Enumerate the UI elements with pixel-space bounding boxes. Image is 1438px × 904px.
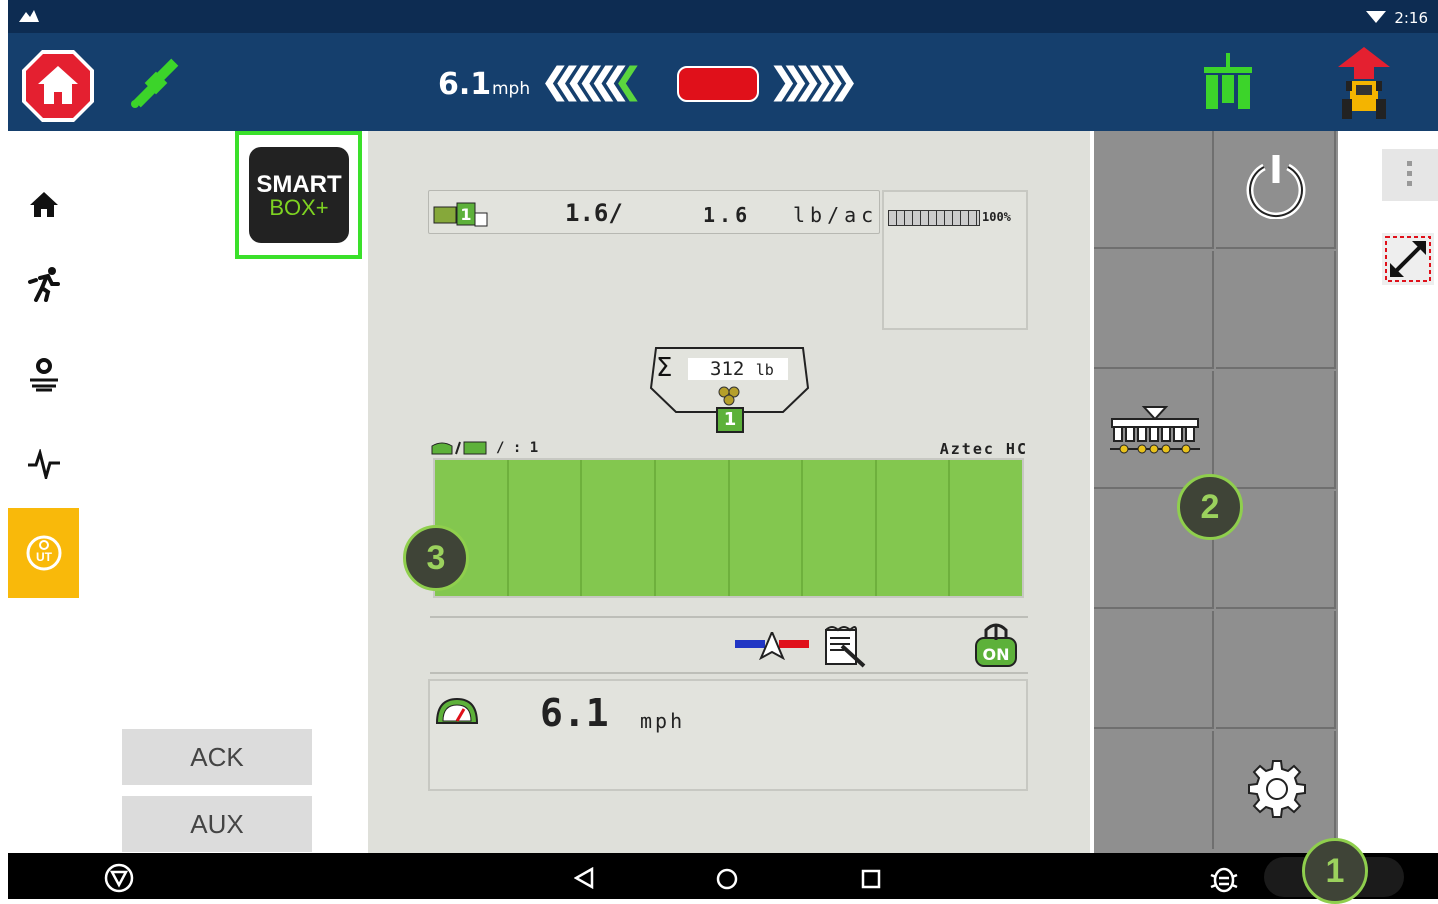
softkey-implement[interactable]: [1094, 371, 1214, 489]
field-settings-icon: [29, 358, 58, 392]
sum-symbol: Σ: [656, 353, 673, 383]
tractor-icon[interactable]: [1334, 45, 1394, 121]
steer-left-chevrons-icon: ❮❮❮❮❮❮❮: [540, 61, 643, 102]
section-3[interactable]: [582, 460, 656, 596]
callout-1: 1: [1302, 838, 1368, 904]
master-on-icon[interactable]: ON: [972, 622, 1020, 670]
softkey-10[interactable]: [1216, 611, 1336, 729]
guidance-arrow-icon: [735, 632, 809, 660]
section-8[interactable]: [950, 460, 1022, 596]
svg-text:ON: ON: [983, 645, 1010, 664]
section-product-icon: [431, 441, 487, 455]
section-4[interactable]: [655, 460, 730, 596]
section-7[interactable]: [876, 460, 951, 596]
product-rate-icon: 1: [433, 202, 488, 227]
speedometer-icon: [435, 697, 479, 724]
section-5[interactable]: [729, 460, 804, 596]
section-6[interactable]: [803, 460, 877, 596]
wifi-icon: [1366, 11, 1386, 23]
right-strip: [1338, 131, 1438, 853]
softkey-settings[interactable]: [1216, 731, 1336, 849]
home-nav-icon[interactable]: [716, 868, 738, 890]
sidebar-item-diagnostics[interactable]: [8, 419, 79, 509]
smartbox-logo-line2: BOX+: [269, 195, 329, 220]
notification-icon: [19, 10, 39, 22]
more-vertical-icon: [1407, 161, 1412, 186]
aux-button[interactable]: AUX: [122, 796, 312, 852]
softkey-6[interactable]: [1216, 371, 1336, 489]
softkey-4[interactable]: [1216, 251, 1336, 369]
rate-display[interactable]: 1 1.6/ 1.6 lb/ac: [428, 190, 880, 234]
home-icon: [29, 192, 58, 217]
callout-2: 2: [1177, 474, 1243, 540]
expand-icon[interactable]: [1382, 233, 1434, 285]
section-bar[interactable]: [433, 458, 1024, 598]
status-bar: 2:16: [8, 0, 1438, 33]
gear-icon: [1248, 760, 1306, 818]
ground-speed-value: 6.1: [540, 691, 609, 735]
ack-button[interactable]: ACK: [122, 729, 312, 785]
recents-icon[interactable]: [861, 869, 881, 889]
power-icon: [1246, 155, 1306, 219]
implement-icon[interactable]: [1200, 53, 1256, 115]
seeds-icon: [718, 386, 740, 406]
implement-name: Aztec HC: [939, 440, 1028, 458]
softkey-11[interactable]: [1094, 731, 1214, 849]
softkey-3[interactable]: [1094, 251, 1214, 369]
back-icon[interactable]: [574, 867, 594, 889]
home-stop-button[interactable]: [20, 48, 96, 124]
sidebar-item-ut[interactable]: UT: [8, 508, 79, 598]
guidance-error-indicator: [677, 66, 759, 102]
vpn-icon[interactable]: [104, 863, 134, 893]
planter-icon: [1110, 406, 1200, 454]
hopper-total-value: 312: [710, 358, 745, 380]
section-header-text: / : 1: [496, 440, 539, 456]
smartbox-app-button[interactable]: SMART BOX+: [235, 131, 362, 259]
ground-speed-display: 6.1 mph: [428, 679, 1028, 791]
divider: [430, 616, 1028, 618]
rate-target: 1.6: [703, 203, 752, 227]
softkey-9[interactable]: [1094, 611, 1214, 729]
hopper-badge: 1: [716, 407, 744, 433]
android-navbar: [8, 853, 1438, 899]
section-2[interactable]: [508, 460, 583, 596]
left-sidebar: UT: [8, 131, 79, 853]
top-speed-value: 6.1: [438, 67, 492, 102]
callout-3: 3: [403, 525, 469, 591]
smartbox-logo: SMART BOX+: [249, 147, 349, 243]
softkey-1[interactable]: [1094, 131, 1214, 249]
prescription-map-icon[interactable]: [824, 624, 868, 668]
hopper-total: 312 lb: [688, 358, 788, 380]
svg-text:UT: UT: [36, 550, 53, 564]
top-bar: 6.1 mph ❮❮❮❮❮❮❮ ❯❯❯❯❯❯: [8, 33, 1438, 131]
tank-level-bar: [888, 210, 980, 226]
bug-report-icon[interactable]: [1208, 863, 1240, 893]
divider: [430, 672, 1028, 674]
section-header: / : 1 Aztec HC: [428, 436, 1028, 460]
pulse-icon: [27, 449, 60, 479]
hopper-total-unit: lb: [755, 361, 774, 379]
run-icon: [27, 267, 60, 302]
sidebar-item-home[interactable]: [8, 159, 79, 249]
top-speed-unit: mph: [492, 79, 531, 99]
rate-unit: lb/ac: [793, 203, 879, 227]
rate-actual: 1.6/: [565, 199, 623, 227]
sidebar-item-run[interactable]: [8, 239, 79, 329]
tank-level-gauge: 100%: [882, 190, 1028, 330]
softkey-power[interactable]: [1216, 131, 1336, 249]
ground-speed-unit: mph: [640, 709, 686, 733]
product-badge: 1: [460, 205, 471, 224]
more-options-button[interactable]: [1382, 149, 1438, 201]
universal-terminal-icon: UT: [26, 535, 61, 571]
sidebar-item-field[interactable]: [8, 329, 79, 419]
clock: 2:16: [1394, 9, 1428, 27]
steer-right-chevrons-icon: ❯❯❯❯❯❯: [768, 61, 859, 102]
gps-satellite-icon[interactable]: [126, 53, 186, 113]
tank-level-percent: 100%: [982, 210, 1011, 224]
